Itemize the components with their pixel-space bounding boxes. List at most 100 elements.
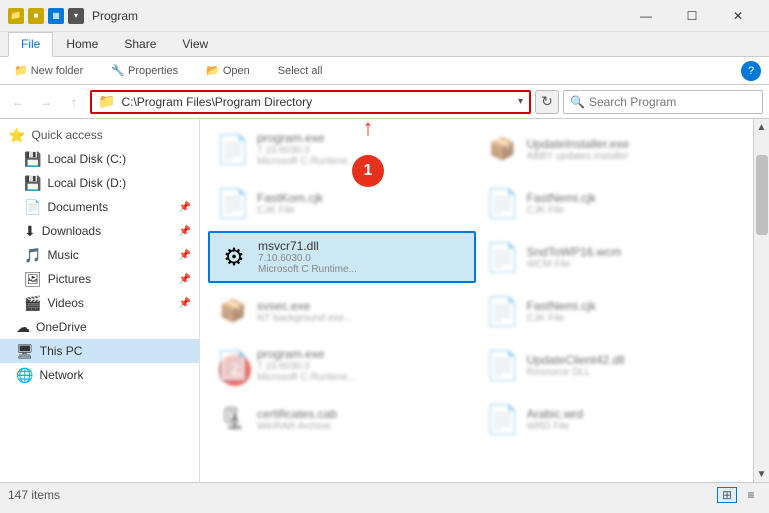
back-button[interactable]: ← xyxy=(6,90,30,114)
ribbon-tabs: File Home Share View xyxy=(0,32,769,56)
pictures-icon: 🖼 xyxy=(24,271,42,288)
pin-videos-icon: 📌 xyxy=(179,298,191,309)
certificates-icon: 🗜 xyxy=(215,401,251,437)
sidebar-item-network[interactable]: 🌐 Network xyxy=(0,363,199,387)
sndtowp16-name: SndToWP16.wcm xyxy=(527,245,622,259)
new-folder-button[interactable]: 📁 New folder xyxy=(8,62,89,79)
tb-icon-4: ▾ xyxy=(68,8,84,24)
videos-icon: 🎬 xyxy=(24,295,41,312)
file-item-arabic[interactable]: 📄 Arabic.wrd WRD File xyxy=(478,393,746,445)
refresh-button[interactable]: ↻ xyxy=(535,90,559,114)
fastnemi2-name: FastNemi.cjk xyxy=(527,299,596,313)
unknown-detail1: 7.10.6030.0 xyxy=(257,361,356,372)
msvcr71-detail1: 7.10.6030.0 xyxy=(258,253,357,264)
file-item-fastnemi2[interactable]: 📄 FastNemi.cjk CJK File xyxy=(478,285,746,337)
select-all-label: Select all xyxy=(278,65,323,77)
forward-button[interactable]: → xyxy=(34,90,58,114)
sidebar-item-this-pc[interactable]: 🖥 This PC xyxy=(0,339,199,363)
updateclient42-name: UpdateClient42.dll xyxy=(527,353,625,367)
tab-file[interactable]: File xyxy=(8,32,53,57)
file-item-updateinstaller[interactable]: 📦 UpdateInstaller.exe ABBY updates insta… xyxy=(478,123,746,175)
title-bar-icons: 📁 ■ ▦ ▾ xyxy=(8,8,84,24)
folder-icon: 📁 xyxy=(8,8,24,24)
file-item-msvcr71[interactable]: ⚙ msvcr71.dll 7.10.6030.0 Microsoft C Ru… xyxy=(208,231,476,283)
status-bar: 147 items ⊞ ≡ xyxy=(0,482,769,506)
updateinstaller-name: UpdateInstaller.exe xyxy=(527,137,630,151)
network-icon: 🌐 xyxy=(16,367,33,384)
tab-home[interactable]: Home xyxy=(53,32,111,56)
list-view-button[interactable]: ≡ xyxy=(741,487,761,503)
certificates-name: certificates.cab xyxy=(257,407,337,421)
window-controls: — ☐ ✕ xyxy=(623,0,761,32)
scroll-thumb[interactable] xyxy=(756,155,768,235)
fastnemi2-detail: CJK File xyxy=(527,313,596,324)
view-controls: ⊞ ≡ xyxy=(717,487,761,503)
address-path-box[interactable]: 📁 C:\Program Files\Program Directory ▾ xyxy=(90,90,531,114)
disk-c-icon: 💾 xyxy=(24,151,41,168)
file-item-program-exe[interactable]: 📄 program.exe 7.10.6030.0 Microsoft C Ru… xyxy=(208,123,476,175)
fastkom-name: FastKom.cjk xyxy=(257,191,323,205)
sidebar-item-documents[interactable]: 📄 Documents 📌 xyxy=(0,195,199,219)
svsec-name: svsec.exe xyxy=(257,299,352,313)
item-count: 147 items xyxy=(8,488,60,502)
ribbon: File Home Share View xyxy=(0,32,769,57)
help-icon[interactable]: ? xyxy=(741,61,761,81)
annotation-arrow-1: ↑ xyxy=(363,119,374,139)
scroll-down-button[interactable]: ▼ xyxy=(754,466,769,482)
unknown-detail2: Microsoft C Runtime... xyxy=(257,372,356,383)
program-exe-icon: 📄 xyxy=(215,131,251,167)
updateinstaller-detail: ABBY updates installer xyxy=(527,151,630,162)
properties-button[interactable]: 🔧 Properties xyxy=(105,62,184,79)
unknown-name: program.exe xyxy=(257,347,356,361)
sidebar-item-downloads[interactable]: ⬇ Downloads 📌 xyxy=(0,219,199,243)
open-button[interactable]: 📂 Open xyxy=(200,62,256,79)
file-item-svsec[interactable]: 2 📦 svsec.exe NT background exe... xyxy=(208,285,476,337)
sidebar-item-local-disk-c[interactable]: 💾 Local Disk (C:) xyxy=(0,147,199,171)
minimize-button[interactable]: — xyxy=(623,0,669,32)
select-all-button[interactable]: Select all xyxy=(272,63,329,79)
sndtowp16-icon: 📄 xyxy=(485,239,521,275)
arabic-name: Arabic.wrd xyxy=(527,407,584,421)
tab-share[interactable]: Share xyxy=(111,32,169,56)
ribbon-bar: 📁 New folder 🔧 Properties 📂 Open Select … xyxy=(0,57,769,85)
tb-icon-3: ▦ xyxy=(48,8,64,24)
downloads-icon: ⬇ xyxy=(24,223,36,240)
file-item-fastkom[interactable]: 📄 FastKom.cjk CJK File xyxy=(208,177,476,229)
up-button[interactable]: ↑ xyxy=(62,90,86,114)
sidebar-item-pictures[interactable]: 🖼 Pictures 📌 xyxy=(0,267,199,291)
main-content: ⭐ Quick access 💾 Local Disk (C:) 💾 Local… xyxy=(0,119,769,482)
close-button[interactable]: ✕ xyxy=(715,0,761,32)
fastkom-detail: CJK File xyxy=(257,205,323,216)
updateclient42-icon: 📄 xyxy=(485,347,521,383)
msvcr71-icon: ⚙ xyxy=(216,239,252,275)
music-icon: 🎵 xyxy=(24,247,41,264)
file-item-updateclient42[interactable]: 📄 UpdateClient42.dll Resource DLL xyxy=(478,339,746,391)
sidebar-item-quick-access[interactable]: ⭐ Quick access xyxy=(0,123,199,147)
file-item-unknown[interactable]: 📄 program.exe 7.10.6030.0 Microsoft C Ru… xyxy=(208,339,476,391)
properties-label: Properties xyxy=(128,65,178,77)
sidebar-item-onedrive[interactable]: ☁ OneDrive xyxy=(0,315,199,339)
scroll-up-button[interactable]: ▲ xyxy=(754,119,769,135)
search-box[interactable]: 🔍 xyxy=(563,90,763,114)
window-title: Program xyxy=(92,9,623,23)
onedrive-icon: ☁ xyxy=(16,319,30,336)
sidebar-item-local-disk-d[interactable]: 💾 Local Disk (D:) xyxy=(0,171,199,195)
open-icon: 📂 xyxy=(206,64,220,77)
file-item-fastnemi1[interactable]: 📄 FastNemi.cjk CJK File xyxy=(478,177,746,229)
search-input[interactable] xyxy=(589,95,756,109)
address-path-text: C:\Program Files\Program Directory xyxy=(121,95,312,109)
maximize-button[interactable]: ☐ xyxy=(669,0,715,32)
sidebar-item-videos[interactable]: 🎬 Videos 📌 xyxy=(0,291,199,315)
file-item-certificates[interactable]: 🗜 certificates.cab WinRAR Archive xyxy=(208,393,476,445)
tab-view[interactable]: View xyxy=(169,32,221,56)
details-view-button[interactable]: ⊞ xyxy=(717,487,737,503)
fastkom-icon: 📄 xyxy=(215,185,251,221)
address-bar: ← → ↑ 📁 C:\Program Files\Program Directo… xyxy=(0,85,769,119)
scrollbar[interactable]: ▲ ▼ xyxy=(753,119,769,482)
sidebar-item-music[interactable]: 🎵 Music 📌 xyxy=(0,243,199,267)
updateclient42-detail: Resource DLL xyxy=(527,367,625,378)
file-item-sndtowp16[interactable]: 📄 SndToWP16.wcm WCM File xyxy=(478,231,746,283)
annotation-1-group: 1 ↑ xyxy=(348,127,388,187)
certificates-detail: WinRAR Archive xyxy=(257,421,337,432)
new-folder-icon: 📁 xyxy=(14,64,28,77)
